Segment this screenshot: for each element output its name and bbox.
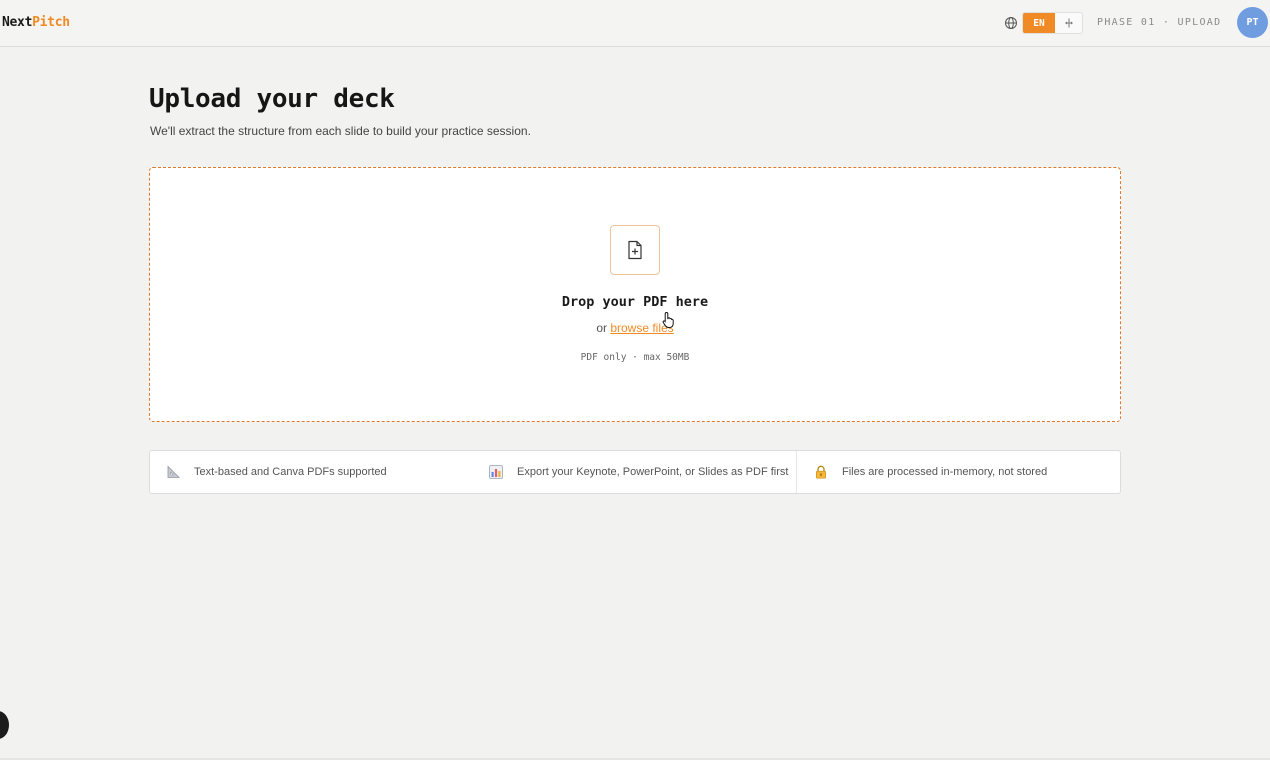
triangle-ruler-icon — [166, 465, 180, 479]
lock-icon — [814, 465, 828, 479]
language-toggle[interactable]: EN — [1022, 12, 1083, 34]
lang-en-button[interactable]: EN — [1023, 13, 1055, 33]
phase-indicator: PHASE 01 · UPLOAD — [1097, 17, 1222, 28]
logo[interactable]: NextPitch — [2, 15, 70, 30]
avatar[interactable]: PT — [1237, 7, 1268, 38]
info-text: Files are processed in-memory, not store… — [842, 466, 1048, 478]
info-text: Text-based and Canva PDFs supported — [194, 466, 387, 478]
file-add-icon — [610, 225, 660, 275]
info-text: Export your Keynote, PowerPoint, or Slid… — [517, 466, 789, 478]
or-text: or — [596, 321, 611, 335]
pdf-dropzone[interactable]: Drop your PDF here or browse files PDF o… — [149, 167, 1121, 422]
page-subtitle: We'll extract the structure from each sl… — [150, 124, 531, 138]
split-icon[interactable] — [1055, 13, 1082, 33]
info-item-pdf-support: Text-based and Canva PDFs supported — [150, 451, 473, 493]
info-bar: Text-based and Canva PDFs supported Expo… — [149, 450, 1121, 494]
globe-icon[interactable] — [1004, 16, 1018, 30]
bar-chart-icon — [489, 465, 503, 479]
dropzone-title: Drop your PDF here — [561, 294, 709, 310]
floating-help-button[interactable] — [0, 711, 9, 739]
logo-part-next: Next — [2, 15, 33, 30]
hand-cursor-icon — [662, 311, 676, 329]
info-item-export: Export your Keynote, PowerPoint, or Slid… — [473, 451, 797, 493]
dropzone-or-line: or browse files — [150, 321, 1120, 335]
logo-part-pitch: Pitch — [32, 15, 70, 30]
page-title: Upload your deck — [149, 84, 395, 114]
top-bar: NextPitch EN PHASE 01 · UPLOAD PT — [0, 0, 1270, 47]
info-item-privacy: Files are processed in-memory, not store… — [797, 451, 1120, 493]
dropzone-hint: PDF only · max 50MB — [580, 352, 690, 363]
